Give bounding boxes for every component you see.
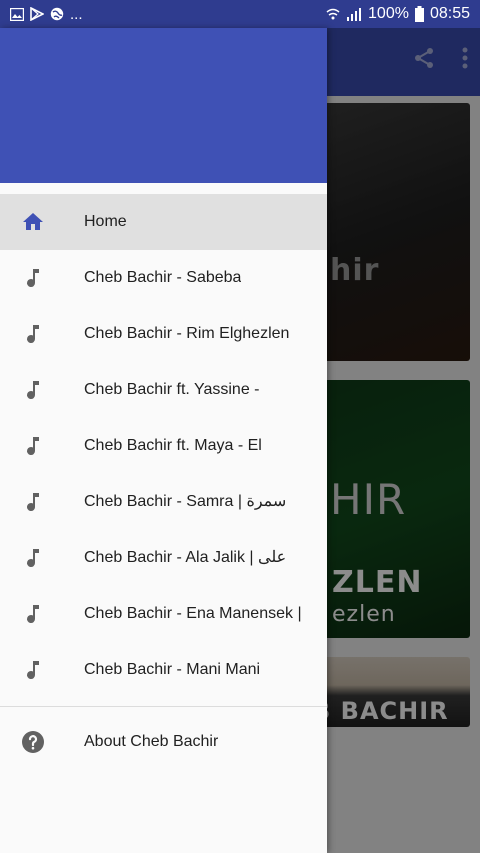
music-note-icon (21, 266, 45, 290)
drawer-item-song[interactable]: Cheb Bachir ft. Maya - El (0, 418, 327, 474)
music-note-icon (21, 546, 45, 570)
drawer-item-label: Cheb Bachir - Ena Manensek | (84, 605, 302, 622)
drawer-item-song[interactable]: Cheb Bachir - Samra | سمرة (0, 474, 327, 530)
globe-icon (50, 7, 64, 21)
drawer-menu: Home Cheb Bachir - Sabeba Cheb Bachir - … (0, 194, 327, 770)
play-store-icon (30, 7, 44, 21)
drawer-header (0, 28, 327, 183)
music-note-icon (21, 378, 45, 402)
navigation-drawer: Home Cheb Bachir - Sabeba Cheb Bachir - … (0, 28, 327, 853)
battery-icon (414, 6, 424, 22)
music-note-icon (21, 490, 45, 514)
drawer-item-song[interactable]: Cheb Bachir - Ena Manensek | (0, 586, 327, 642)
drawer-item-song[interactable]: Cheb Bachir - Ala Jalik | على (0, 530, 327, 586)
wifi-calling-icon (326, 7, 340, 21)
music-note-icon (21, 658, 45, 682)
drawer-item-label: Cheb Bachir ft. Yassine - (84, 381, 260, 398)
drawer-item-label: Cheb Bachir - Ala Jalik | على (84, 549, 287, 566)
drawer-item-label: Home (84, 213, 127, 230)
drawer-item-label: Cheb Bachir - Sabeba (84, 269, 242, 286)
music-note-icon (21, 434, 45, 458)
drawer-item-label: Cheb Bachir - Rim Elghezlen (84, 325, 290, 342)
drawer-item-label: Cheb Bachir - Mani Mani (84, 661, 261, 678)
status-right: 100% 08:55 (326, 0, 470, 28)
status-more: ... (70, 5, 83, 23)
clock: 08:55 (429, 5, 470, 22)
drawer-item-song[interactable]: Cheb Bachir - Sabeba (0, 250, 327, 306)
drawer-item-label: About Cheb Bachir (84, 733, 219, 750)
drawer-item-label: Cheb Bachir ft. Maya - El (84, 437, 262, 454)
signal-icon (346, 7, 362, 21)
home-icon (21, 210, 45, 234)
drawer-item-label: Cheb Bachir - Samra | سمرة (84, 493, 287, 510)
music-note-icon (21, 322, 45, 346)
drawer-item-song[interactable]: Cheb Bachir ft. Yassine - (0, 362, 327, 418)
status-left: ... (0, 0, 83, 28)
image-icon (10, 7, 24, 21)
drawer-divider (0, 706, 327, 707)
status-bar: ... 100% 08:55 (0, 0, 480, 28)
drawer-item-song[interactable]: Cheb Bachir - Rim Elghezlen (0, 306, 327, 362)
drawer-item-song[interactable]: Cheb Bachir - Mani Mani (0, 642, 327, 698)
drawer-item-home[interactable]: Home (0, 194, 327, 250)
help-circle-icon (21, 730, 45, 754)
drawer-item-about[interactable]: About Cheb Bachir (0, 714, 327, 770)
battery-percent: 100% (368, 5, 409, 22)
music-note-icon (21, 602, 45, 626)
